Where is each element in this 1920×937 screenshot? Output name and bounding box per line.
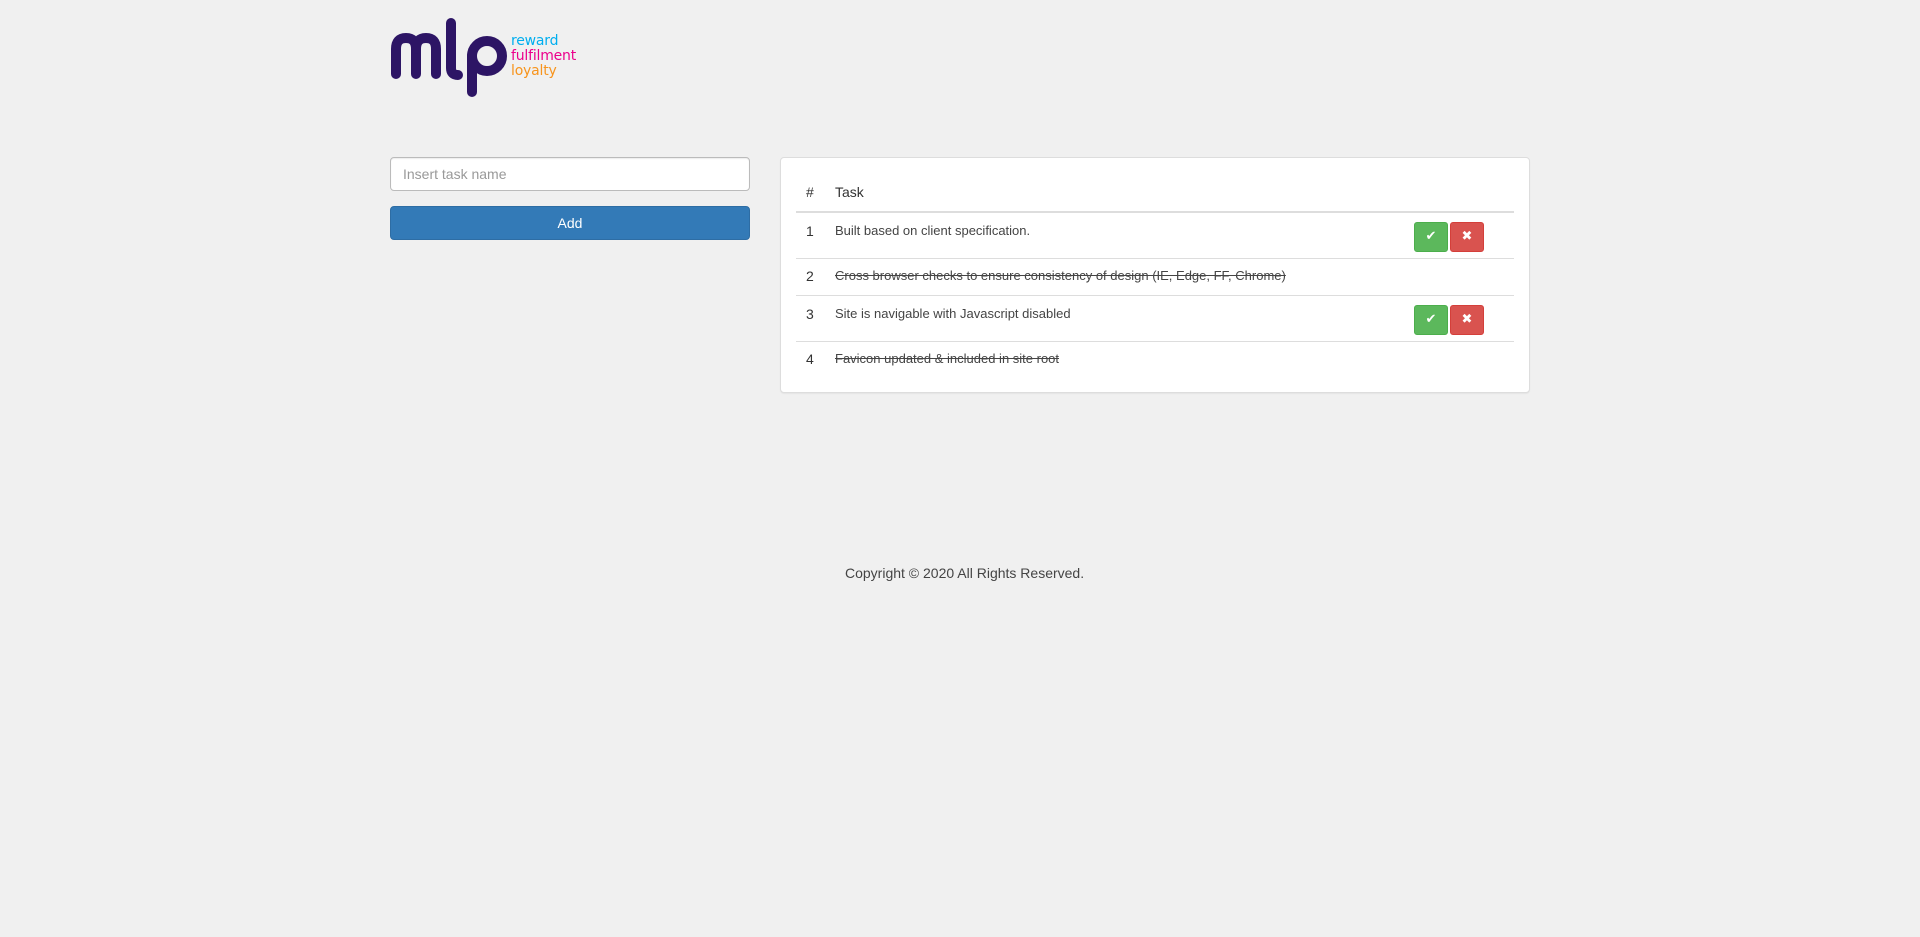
column-header-actions xyxy=(1404,173,1514,213)
task-actions xyxy=(1404,257,1514,295)
task-number: 2 xyxy=(796,257,825,295)
brand-taglines: reward fulfilment loyalty xyxy=(511,34,576,79)
table-row: 3 Site is navigable with Javascript disa… xyxy=(796,294,1514,341)
task-number: 1 xyxy=(796,211,825,258)
brand-logo: reward fulfilment loyalty xyxy=(390,18,585,98)
tagline-fulfilment: fulfilment xyxy=(511,48,577,64)
check-icon: ✔ xyxy=(1425,229,1437,244)
task-number: 3 xyxy=(796,294,825,341)
task-actions: ✔ ✖ xyxy=(1404,294,1514,341)
task-name-completed: Cross browser checks to ensure consisten… xyxy=(825,257,1404,295)
times-icon: ✖ xyxy=(1461,229,1473,244)
task-actions: ✔ ✖ xyxy=(1404,211,1514,258)
task-number: 4 xyxy=(796,340,825,378)
delete-task-button[interactable]: ✖ xyxy=(1450,222,1484,252)
task-name-completed: Favicon updated & included in site root xyxy=(825,340,1404,378)
task-name: Built based on client specification. xyxy=(825,211,1404,258)
tagline-reward: reward xyxy=(511,33,559,49)
table-row: 4 Favicon updated & included in site roo… xyxy=(796,340,1514,378)
table-header-row: # Task xyxy=(796,173,1514,213)
footer-copyright: Copyright © 2020 All Rights Reserved. xyxy=(845,565,1085,581)
page: reward fulfilment loyalty Add # Task 1 B… xyxy=(0,0,1920,937)
column-header-number: # xyxy=(796,173,825,213)
mlp-logo-mark-icon xyxy=(391,18,507,97)
check-icon: ✔ xyxy=(1425,311,1437,327)
table-row: 2 Cross browser checks to ensure consist… xyxy=(796,257,1514,295)
task-table: # Task 1 Built based on client specifica… xyxy=(796,173,1514,378)
task-list-panel: # Task 1 Built based on client specifica… xyxy=(780,157,1530,393)
task-name-input[interactable] xyxy=(390,157,750,191)
add-task-button[interactable]: Add xyxy=(390,206,750,240)
delete-task-button[interactable]: ✖ xyxy=(1450,304,1484,335)
table-row: 1 Built based on client specification. ✔… xyxy=(796,211,1514,258)
times-icon: ✖ xyxy=(1461,311,1473,327)
column-header-task: Task xyxy=(825,173,1404,213)
task-name: Site is navigable with Javascript disabl… xyxy=(825,294,1404,341)
complete-task-button[interactable]: ✔ xyxy=(1414,304,1448,335)
tagline-loyalty: loyalty xyxy=(511,63,557,79)
complete-task-button[interactable]: ✔ xyxy=(1414,222,1448,252)
task-actions xyxy=(1404,340,1514,378)
